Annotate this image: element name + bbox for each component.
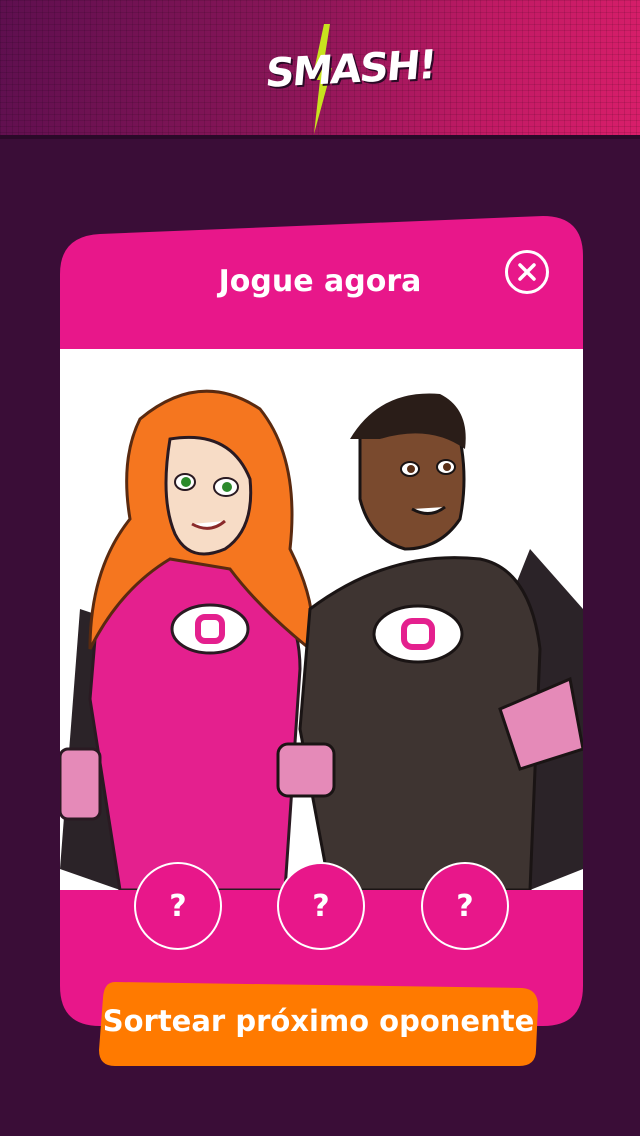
logo-text: SMASH! [263, 42, 437, 97]
close-icon [518, 263, 536, 281]
opponent-slot-3[interactable]: ? [421, 862, 509, 950]
header-shadow [0, 135, 640, 139]
draw-next-opponent-button[interactable]: Sortear próximo oponente [97, 980, 540, 1068]
close-button[interactable] [505, 250, 549, 294]
opponent-slot-2[interactable]: ? [277, 862, 365, 950]
two-superheroes-illustration [60, 349, 583, 890]
smash-logo: SMASH! [263, 24, 437, 134]
draw-next-opponent-label: Sortear próximo oponente [102, 1004, 535, 1038]
opponent-slot-1[interactable]: ? [134, 862, 222, 950]
